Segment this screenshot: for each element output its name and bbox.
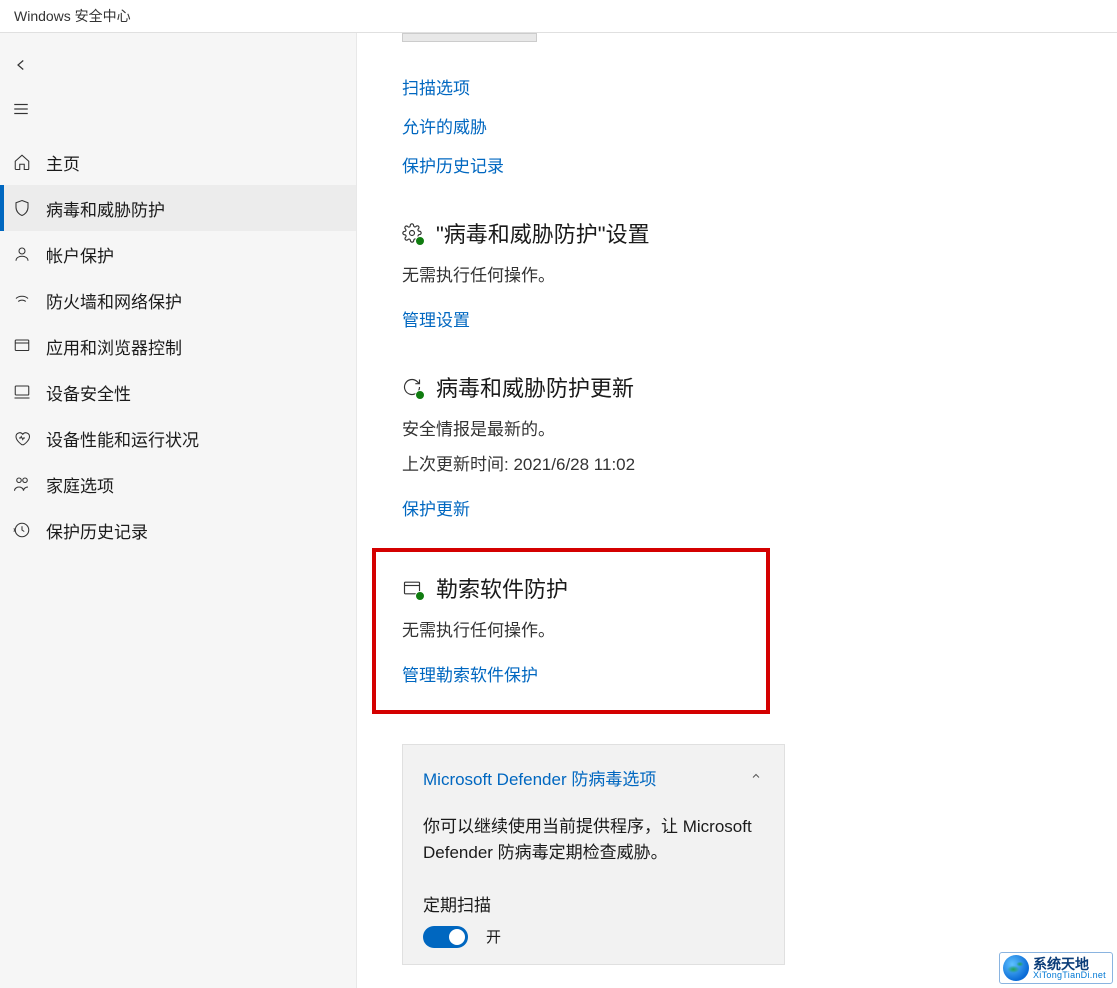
- health-icon: [12, 428, 32, 448]
- status-ok-badge: [415, 236, 425, 246]
- settings-title: "病毒和威胁防护"设置: [436, 217, 650, 249]
- watermark-line1: 系统天地: [1033, 957, 1106, 971]
- toggle-state-label: 开: [486, 926, 501, 947]
- periodic-scan-label: 定期扫描: [423, 891, 764, 916]
- scan-links: 扫描选项 允许的威胁 保护历史记录: [402, 74, 1117, 177]
- refresh-icon: [402, 377, 422, 397]
- updates-last-time: 上次更新时间: 2021/6/28 11:02: [402, 450, 1117, 475]
- sidebar-item-device-health[interactable]: 设备性能和运行状况: [0, 415, 356, 461]
- manage-settings-link[interactable]: 管理设置: [402, 306, 470, 331]
- defender-card-body: 你可以继续使用当前提供程序，让 Microsoft Defender 防病毒定期…: [423, 814, 764, 867]
- protection-history-link[interactable]: 保护历史记录: [402, 152, 1117, 177]
- updates-title: 病毒和威胁防护更新: [436, 371, 634, 403]
- protection-updates-link[interactable]: 保护更新: [402, 495, 470, 520]
- quick-scan-button-partial[interactable]: [402, 33, 537, 42]
- sidebar-item-virus-threat[interactable]: 病毒和威胁防护: [0, 185, 356, 231]
- settings-section: "病毒和威胁防护"设置 无需执行任何操作。 管理设置: [402, 217, 1117, 331]
- content-area: 扫描选项 允许的威胁 保护历史记录 "病毒和威胁防护"设置 无需执行任何操作。 …: [357, 33, 1117, 988]
- globe-icon: [1003, 955, 1029, 981]
- gear-icon: [402, 223, 422, 243]
- sidebar-item-account[interactable]: 帐户保护: [0, 231, 356, 277]
- sidebar-item-label: 应用和浏览器控制: [46, 334, 182, 359]
- ransomware-desc: 无需执行任何操作。: [402, 616, 740, 641]
- sidebar-item-label: 设备性能和运行状况: [46, 426, 199, 451]
- family-icon: [12, 474, 32, 494]
- history-icon: [12, 520, 32, 540]
- sidebar: 主页 病毒和威胁防护 帐户保护 防火墙和网络保护 应用和浏览器控制 设备安全性 …: [0, 33, 357, 988]
- sidebar-item-family[interactable]: 家庭选项: [0, 461, 356, 507]
- sidebar-item-label: 防火墙和网络保护: [46, 288, 182, 313]
- sidebar-item-label: 保护历史记录: [46, 518, 148, 543]
- periodic-scan-toggle[interactable]: [423, 926, 468, 948]
- updates-desc: 安全情报是最新的。: [402, 415, 1117, 440]
- allowed-threats-link[interactable]: 允许的威胁: [402, 113, 1117, 138]
- title-bar: Windows 安全中心: [0, 0, 1117, 33]
- sidebar-item-app-browser[interactable]: 应用和浏览器控制: [0, 323, 356, 369]
- sidebar-item-label: 病毒和威胁防护: [46, 196, 165, 221]
- sidebar-item-device-security[interactable]: 设备安全性: [0, 369, 356, 415]
- sidebar-item-label: 主页: [46, 150, 80, 175]
- status-ok-badge: [415, 390, 425, 400]
- settings-desc: 无需执行任何操作。: [402, 261, 1117, 286]
- person-icon: [12, 244, 32, 264]
- device-icon: [12, 382, 32, 402]
- watermark-line2: XiTongTianDi.net: [1033, 971, 1106, 980]
- back-button[interactable]: [0, 43, 356, 87]
- updates-section: 病毒和威胁防护更新 安全情报是最新的。 上次更新时间: 2021/6/28 11…: [402, 371, 1117, 520]
- sidebar-item-label: 设备安全性: [46, 380, 131, 405]
- folder-shield-icon: [402, 578, 422, 598]
- scan-options-link[interactable]: 扫描选项: [402, 74, 1117, 99]
- home-icon: [12, 152, 32, 172]
- window-title: Windows 安全中心: [14, 6, 131, 26]
- sidebar-item-label: 帐户保护: [46, 242, 114, 267]
- app-icon: [12, 336, 32, 356]
- defender-options-card: Microsoft Defender 防病毒选项 你可以继续使用当前提供程序，让…: [402, 744, 785, 965]
- wifi-icon: [12, 290, 32, 310]
- status-ok-badge: [415, 591, 425, 601]
- ransomware-highlight: 勒索软件防护 无需执行任何操作。 管理勒索软件保护: [372, 548, 770, 714]
- sidebar-item-history[interactable]: 保护历史记录: [0, 507, 356, 553]
- sidebar-item-label: 家庭选项: [46, 472, 114, 497]
- manage-ransomware-link[interactable]: 管理勒索软件保护: [402, 661, 538, 686]
- sidebar-item-firewall[interactable]: 防火墙和网络保护: [0, 277, 356, 323]
- main-layout: 主页 病毒和威胁防护 帐户保护 防火墙和网络保护 应用和浏览器控制 设备安全性 …: [0, 33, 1117, 988]
- watermark: 系统天地 XiTongTianDi.net: [999, 952, 1113, 984]
- shield-icon: [12, 198, 32, 218]
- sidebar-item-home[interactable]: 主页: [0, 139, 356, 185]
- menu-button[interactable]: [0, 87, 356, 131]
- defender-card-title[interactable]: Microsoft Defender 防病毒选项: [423, 765, 656, 790]
- ransomware-title: 勒索软件防护: [436, 572, 568, 604]
- chevron-up-icon[interactable]: [748, 769, 764, 786]
